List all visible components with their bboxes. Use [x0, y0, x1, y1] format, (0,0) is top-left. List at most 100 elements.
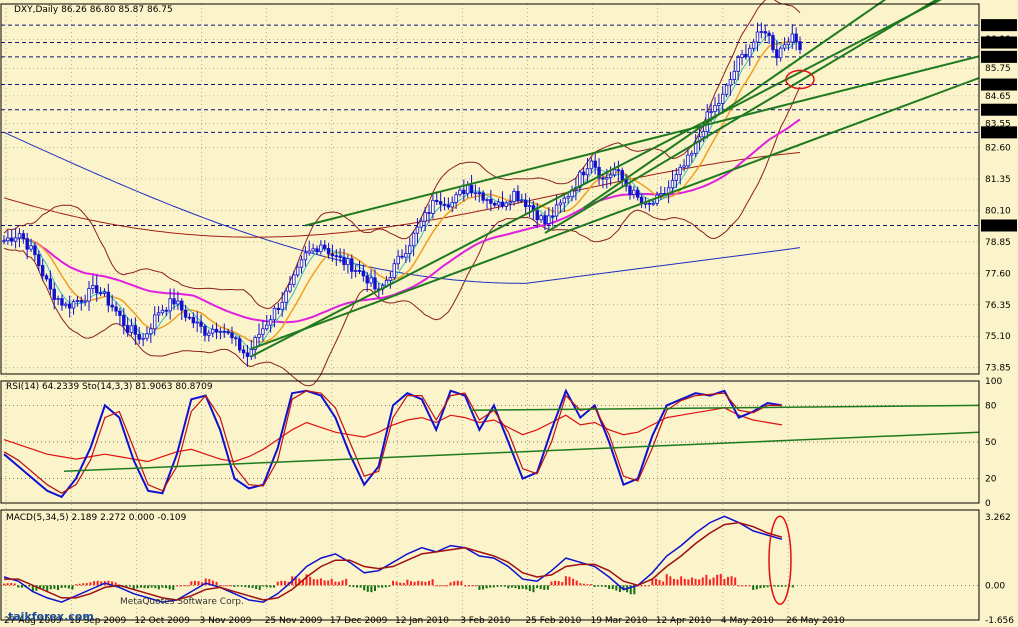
candle-body: [353, 270, 358, 272]
macd-histogram-bar: [165, 585, 168, 589]
candle-body: [6, 237, 10, 242]
macd-histogram-bar: [370, 585, 373, 593]
candle-body: [295, 266, 300, 276]
macd-histogram-bar: [359, 585, 362, 588]
y-tick-label: 80.10: [985, 206, 1011, 216]
macd-histogram-bar: [741, 585, 744, 587]
macd-histogram-bar: [557, 581, 560, 586]
x-tick-label: 12 Oct 2009: [134, 616, 190, 626]
macd-histogram-bar: [316, 579, 319, 586]
macd-histogram-bar: [669, 576, 672, 586]
candle-body: [13, 237, 18, 242]
candle-body: [48, 278, 53, 290]
y-tick-label: 85.75: [985, 64, 1011, 74]
macd-histogram-bar: [442, 585, 445, 587]
macd-histogram-bar: [456, 580, 459, 586]
oscillator-tick-label: 80: [985, 401, 997, 411]
price-level-label: 85.10: [984, 81, 1010, 91]
macd-histogram-bar: [247, 585, 250, 588]
macd-histogram-bar: [546, 585, 549, 590]
macd-histogram-bar: [229, 585, 232, 587]
macd-histogram-bar: [680, 576, 683, 586]
macd-histogram-bar: [161, 585, 164, 588]
macd-histogram-bar: [139, 585, 142, 588]
macd-histogram-bar: [420, 581, 423, 586]
candle-body: [462, 189, 466, 195]
candle-body: [740, 53, 744, 58]
candle-body: [203, 325, 207, 336]
macd-histogram-bar: [219, 585, 222, 587]
macd-histogram-bar: [42, 585, 45, 589]
candle-body: [129, 325, 134, 333]
macd-histogram-bar: [579, 583, 582, 586]
candle-body: [241, 349, 246, 354]
candle-body: [558, 202, 563, 206]
macd-histogram-bar: [179, 585, 182, 587]
candle-body: [411, 232, 416, 247]
macd-histogram-bar: [550, 581, 553, 586]
macd-histogram-bar: [233, 585, 236, 587]
candle-body: [83, 300, 87, 303]
candle-body: [701, 131, 706, 138]
candle-body: [636, 189, 640, 198]
candle-body: [71, 301, 76, 309]
macd-histogram-bar: [705, 574, 708, 586]
macd-histogram-bar: [388, 585, 391, 587]
macd-histogram-bar: [716, 574, 719, 586]
candle-body: [118, 310, 122, 316]
macd-histogram-bar: [402, 583, 405, 586]
candle-body: [307, 250, 311, 254]
candle-body: [527, 205, 532, 208]
candle-body: [477, 192, 481, 195]
macd-histogram-bar: [694, 578, 697, 586]
candle-body: [191, 317, 196, 324]
candle-body: [396, 255, 400, 265]
y-tick-label: 73.85: [985, 364, 1011, 374]
macd-histogram-bar: [366, 585, 369, 592]
candle-body: [311, 248, 315, 252]
candle-body: [365, 275, 369, 284]
macd-histogram-bar: [323, 580, 326, 586]
macd-histogram-bar: [791, 585, 794, 588]
macd-histogram-bar: [503, 585, 506, 587]
candle-body: [145, 333, 149, 339]
candle-body: [504, 202, 509, 207]
candle-body: [775, 49, 779, 59]
candle-body: [670, 180, 675, 189]
candle-body: [632, 189, 636, 195]
candle-body: [612, 169, 617, 176]
candle-body: [392, 263, 396, 278]
macd-histogram-bar: [21, 585, 24, 588]
candle-body: [782, 44, 787, 49]
candle-body: [493, 202, 497, 206]
candle-body: [605, 177, 609, 180]
macd-histogram-bar: [564, 576, 567, 586]
macd-histogram-bar: [759, 585, 762, 589]
candle-body: [187, 316, 192, 319]
macd-histogram-bar: [157, 585, 160, 590]
chart-canvas: 27 Aug 2009 18 Sep 2009 12 Oct 2009 3 Nov 2…: [0, 0, 1018, 627]
macd-histogram-bar: [665, 574, 668, 586]
price-level-label: 83.20: [984, 129, 1010, 139]
macd-histogram-bar: [150, 585, 153, 588]
candle-body: [709, 111, 713, 114]
macd-histogram-bar: [431, 579, 434, 586]
candle-body: [338, 255, 342, 258]
macd-histogram-bar: [449, 582, 452, 586]
macd-histogram-bar: [280, 580, 283, 586]
macd-histogram-bar: [658, 579, 661, 586]
macd-histogram-bar: [67, 585, 70, 589]
macd-histogram-bar: [341, 580, 344, 586]
macd-histogram-bar: [262, 585, 265, 587]
candle-body: [361, 270, 366, 277]
candle-body: [29, 245, 33, 250]
candle-body: [214, 328, 219, 333]
macd-histogram-bar: [17, 585, 20, 588]
candle-body: [218, 330, 223, 333]
macd-histogram-bar: [615, 585, 618, 591]
candle-body: [678, 166, 682, 175]
macd-histogram-bar: [762, 585, 765, 588]
macd-histogram-bar: [683, 578, 686, 586]
macd-histogram-bar: [71, 585, 74, 590]
macd-histogram-bar: [784, 585, 787, 587]
